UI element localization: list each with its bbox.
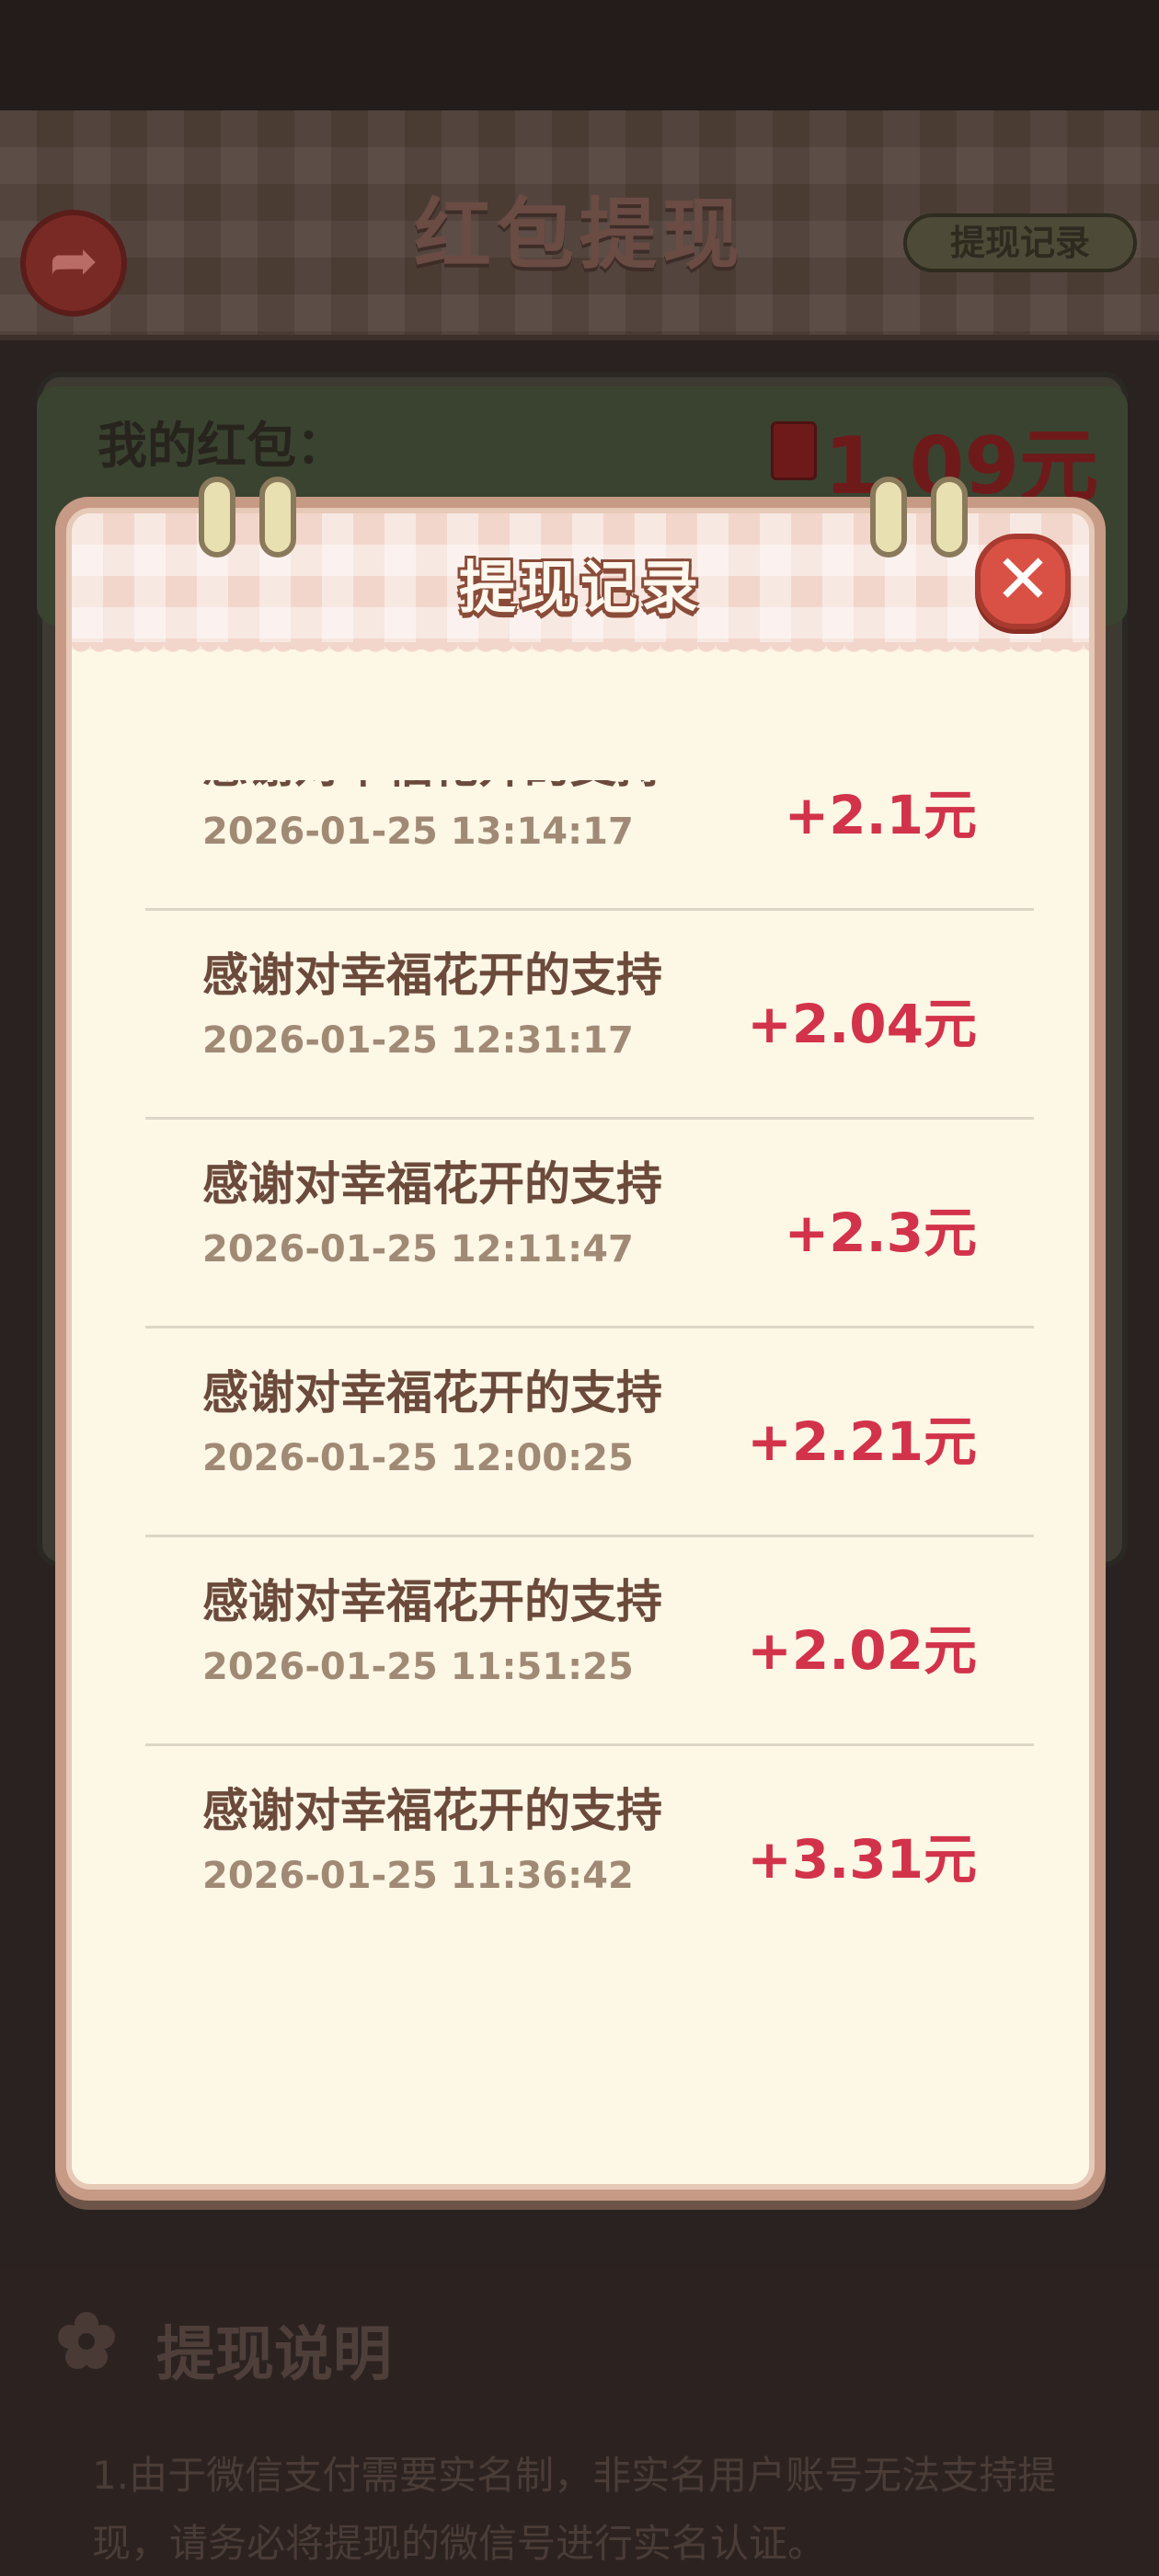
record-description: 感谢对幸福花开的支持 [202, 780, 662, 796]
record-time: 2026-01-25 11:51:25 [202, 1646, 634, 1688]
record-amount: +3.31元 [747, 1828, 977, 1891]
close-button[interactable]: ✕ [975, 534, 1071, 629]
record-amount: +2.1元 [784, 784, 977, 846]
record-time: 2026-01-25 13:14:17 [202, 811, 634, 853]
record-description: 感谢对幸福花开的支持 [202, 1366, 662, 1420]
binder-ring [259, 477, 296, 558]
close-icon: ✕ [993, 540, 1051, 619]
record-row: 感谢对幸福花开的支持 2026-01-25 11:51:25 +2.02元 [145, 1537, 1034, 1746]
binder-ring [199, 477, 235, 558]
record-row: 感谢对幸福花开的支持 2026-01-25 12:31:17 +2.04元 [145, 911, 1034, 1120]
record-row: 感谢对幸福花开的支持 2026-01-25 12:11:47 +2.3元 [145, 1120, 1034, 1328]
explain-title: 提现说明 [156, 2321, 392, 2389]
back-button[interactable]: ➦ [20, 210, 127, 316]
record-amount: +2.02元 [747, 1619, 977, 1682]
record-row: 感谢对幸福花开的支持 2026-01-25 11:36:42 +3.31元 [145, 1746, 1034, 1921]
record-row: 感谢对幸福花开的支持 2026-01-25 12:00:25 +2.21元 [145, 1328, 1034, 1537]
record-time: 2026-01-25 12:31:17 [202, 1019, 634, 1062]
flower-icon [58, 2312, 115, 2369]
modal-header-scallop [72, 642, 1089, 661]
record-time: 2026-01-25 12:11:47 [202, 1228, 634, 1271]
record-row: 感谢对幸福花开的支持 2026-01-25 13:14:17 +2.1元 [145, 780, 1034, 911]
back-arrow-icon: ➦ [49, 227, 98, 295]
modal-panel: 提现记录 感谢对幸福花开的支持 2026-01-25 13:14:17 +2.1… [66, 508, 1095, 2190]
record-amount: +2.21元 [747, 1410, 977, 1473]
record-time: 2026-01-25 11:36:42 [202, 1855, 634, 1897]
binder-ring [870, 477, 907, 558]
record-time: 2026-01-25 12:00:25 [202, 1437, 634, 1479]
records-list[interactable]: 感谢对幸福花开的支持 2026-01-25 13:14:17 +2.1元 感谢对… [145, 780, 1034, 1921]
record-amount: +2.04元 [747, 993, 977, 1055]
withdraw-records-modal: 提现记录 感谢对幸福花开的支持 2026-01-25 13:14:17 +2.1… [55, 497, 1106, 2201]
page-title: 红包提现 [413, 190, 745, 280]
record-amount: +2.3元 [784, 1202, 977, 1264]
record-description: 感谢对幸福花开的支持 [202, 1575, 662, 1628]
status-bar [0, 0, 1159, 110]
my-hongbao-label: 我的红包： [98, 417, 346, 475]
record-description: 感谢对幸福花开的支持 [202, 1784, 662, 1837]
red-envelope-icon [771, 421, 817, 480]
binder-ring [931, 477, 968, 558]
withdraw-records-button[interactable]: 提现记录 [903, 213, 1137, 272]
record-description: 感谢对幸福花开的支持 [202, 949, 662, 1002]
record-description: 感谢对幸福花开的支持 [202, 1157, 662, 1211]
explain-text: 1.由于微信支付需要实名制，非实名用户账号无法支持提现，请务必将提现的微信号进行… [92, 2453, 1057, 2566]
